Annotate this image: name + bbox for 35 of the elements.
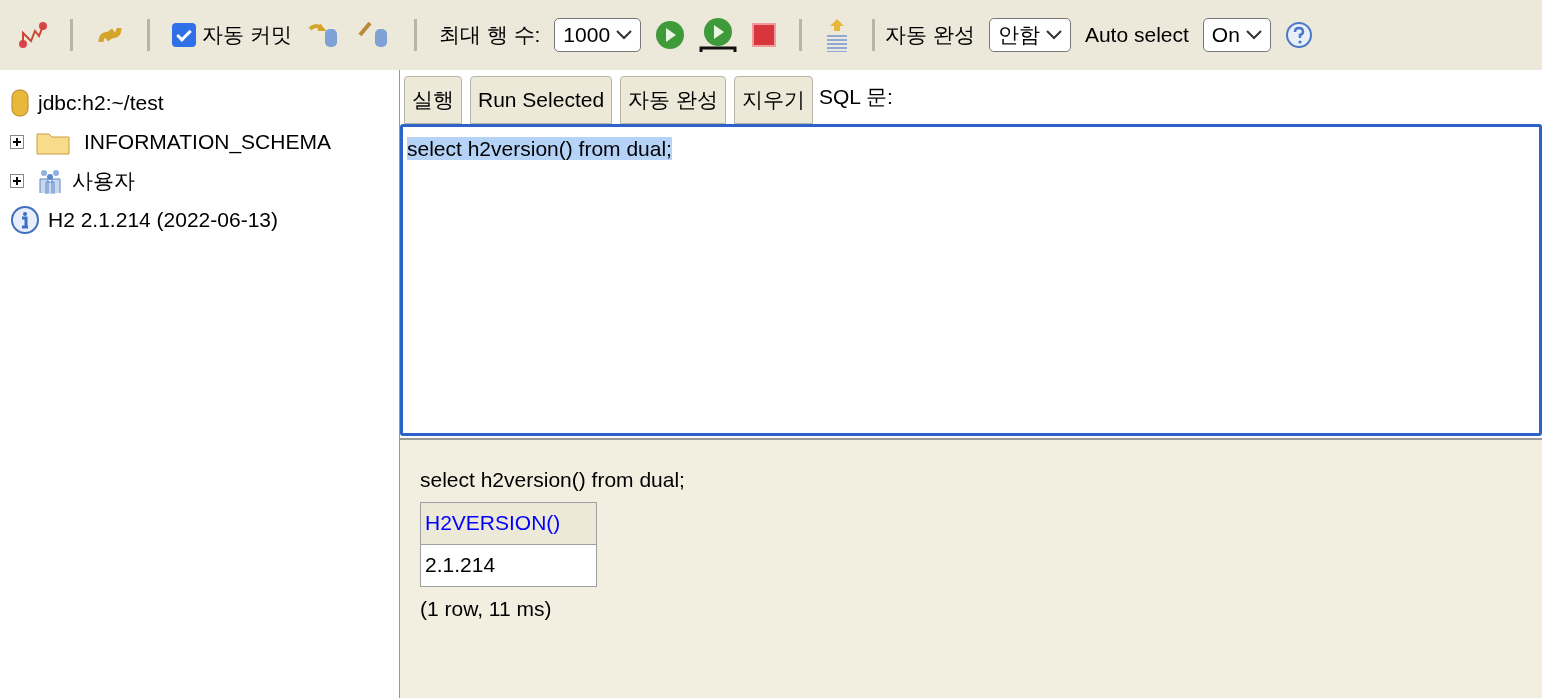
- clear-button[interactable]: 지우기: [733, 76, 813, 124]
- expand-toggle[interactable]: [10, 173, 24, 188]
- auto-select-select[interactable]: On: [1202, 18, 1271, 52]
- max-rows-label: 최대 행 수:: [438, 22, 541, 49]
- max-rows-select[interactable]: 1000: [554, 18, 642, 52]
- sql-text: select h2version() from dual;: [407, 137, 672, 160]
- stop-icon[interactable]: [751, 22, 778, 48]
- auto-complete-label: 자동 완성: [885, 22, 975, 49]
- result-summary: (1 row, 11 ms): [420, 595, 552, 622]
- tree-item[interactable]: INFORMATION_SCHEMA: [84, 125, 331, 158]
- auto-commit-label: 자동 커밋: [202, 22, 292, 49]
- auto-complete-button[interactable]: 자동 완성: [620, 76, 726, 124]
- query-text: select h2version() from dual;: [420, 467, 685, 493]
- auto-complete-select[interactable]: 안함: [988, 18, 1071, 52]
- database-icon: [10, 88, 30, 117]
- tree-item[interactable]: jdbc:h2:~/test: [38, 86, 164, 119]
- info-icon: [10, 204, 40, 235]
- auto-commit-checkbox[interactable]: [172, 23, 196, 47]
- table-cell: 2.1.214: [420, 544, 597, 586]
- sql-editor[interactable]: select h2version() from dual;: [400, 124, 1542, 436]
- disconnect-icon[interactable]: [18, 21, 48, 49]
- run-selected-icon[interactable]: [699, 17, 738, 53]
- run-icon[interactable]: [655, 20, 686, 50]
- run-button[interactable]: 실행: [404, 76, 462, 124]
- expand-toggle[interactable]: [10, 134, 24, 149]
- help-icon[interactable]: [1284, 21, 1313, 49]
- run-selected-button[interactable]: Run Selected: [470, 76, 613, 124]
- column-header[interactable]: H2VERSION(): [420, 502, 597, 544]
- auto-select-label: Auto select: [1084, 22, 1189, 49]
- chevron-icon: [1045, 30, 1062, 40]
- tree-item[interactable]: H2 2.1.214 (2022-06-13): [48, 203, 278, 236]
- chevron-icon: [1245, 30, 1262, 40]
- sql-label: SQL 문:: [818, 84, 893, 111]
- chevron-icon: [616, 30, 633, 40]
- tree-item[interactable]: 사용자: [72, 164, 135, 197]
